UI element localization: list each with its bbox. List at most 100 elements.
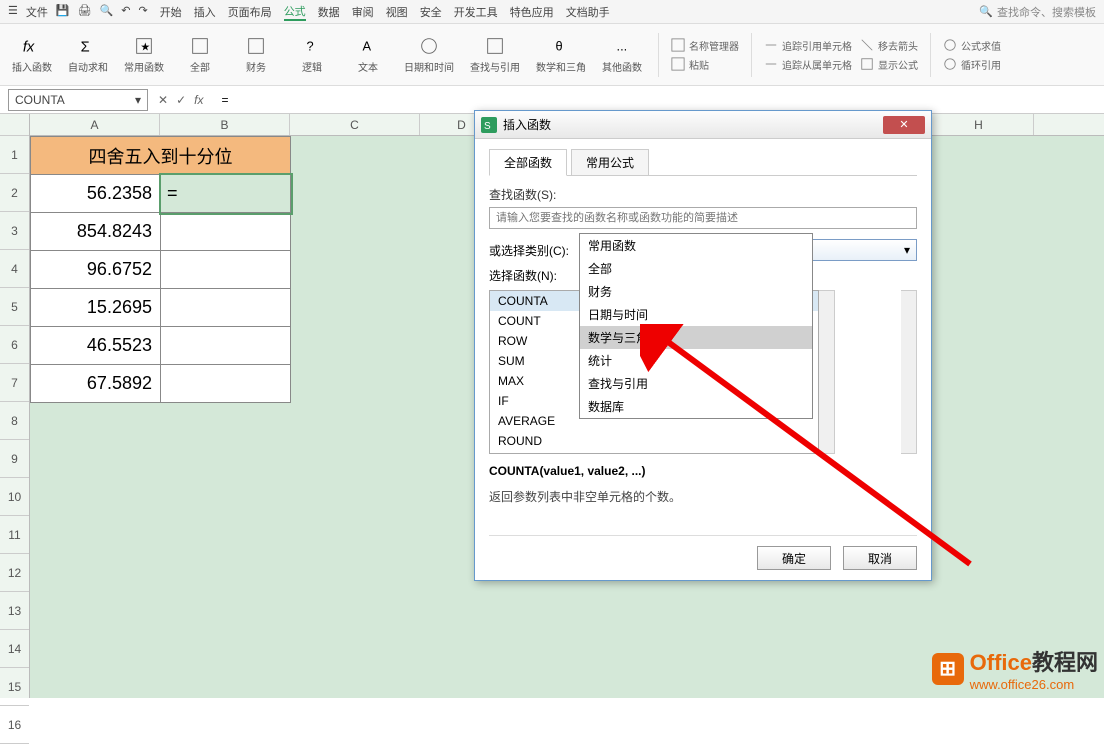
table-header[interactable]: 四舍五入到十分位 xyxy=(31,137,291,175)
cell-a5[interactable]: 15.2695 xyxy=(31,289,161,327)
menu-insert[interactable]: 插入 xyxy=(194,4,216,20)
row-header-11[interactable]: 11 xyxy=(0,516,29,554)
function-list-scrollbar[interactable] xyxy=(819,290,835,454)
home-icon[interactable]: ☰ xyxy=(8,4,18,20)
dialog-titlebar[interactable]: S 插入函数 ✕ xyxy=(475,111,931,139)
menu-view[interactable]: 视图 xyxy=(386,4,408,20)
cell-a4[interactable]: 96.6752 xyxy=(31,251,161,289)
cancel-button[interactable]: 取消 xyxy=(843,546,917,570)
ribbon-lookup[interactable]: 查找与引用 xyxy=(466,35,524,74)
redo-icon[interactable]: ↷ xyxy=(138,4,147,20)
search-function-input[interactable] xyxy=(489,207,917,229)
svg-text:?: ? xyxy=(307,39,314,54)
row-header-2[interactable]: 2 xyxy=(0,174,29,212)
row-header-6[interactable]: 6 xyxy=(0,326,29,364)
chevron-down-icon[interactable]: ▾ xyxy=(904,243,910,257)
ribbon-trace: 追踪引用单元格 追踪从属单元格 xyxy=(764,38,852,72)
dropdown-item[interactable]: 数据库 xyxy=(580,395,812,418)
ribbon-all[interactable]: 全部 xyxy=(176,35,224,74)
row-header-4[interactable]: 4 xyxy=(0,250,29,288)
menu-formula[interactable]: 公式 xyxy=(284,3,306,21)
close-button[interactable]: ✕ xyxy=(883,116,925,134)
dropdown-item[interactable]: 数学与三角函数 xyxy=(580,326,812,349)
cell-a2[interactable]: 56.2358 xyxy=(31,175,161,213)
cell-b2[interactable]: = xyxy=(161,175,291,213)
cell-a6[interactable]: 46.5523 xyxy=(31,327,161,365)
row-header-15[interactable]: 15 xyxy=(0,668,29,706)
ribbon-common[interactable]: ★ 常用函数 xyxy=(120,35,168,74)
ok-button[interactable]: 确定 xyxy=(757,546,831,570)
file-menu[interactable]: 文件 xyxy=(26,4,48,20)
row-header-8[interactable]: 8 xyxy=(0,402,29,440)
row-header-13[interactable]: 13 xyxy=(0,592,29,630)
confirm-icon[interactable]: ✓ xyxy=(176,93,186,107)
row-header-14[interactable]: 14 xyxy=(0,630,29,668)
menu-security[interactable]: 安全 xyxy=(420,4,442,20)
watermark-icon: ⊞ xyxy=(932,653,964,685)
outer-scrollbar[interactable] xyxy=(901,290,917,454)
preview-icon[interactable]: 🔍 xyxy=(100,4,114,20)
search-box[interactable]: 🔍 查找命令、搜索模板 xyxy=(979,4,1096,20)
menu-start[interactable]: 开始 xyxy=(160,4,182,20)
col-header-H[interactable]: H xyxy=(924,114,1034,135)
col-header-A[interactable]: A xyxy=(30,114,160,135)
row-header-1[interactable]: 1 xyxy=(0,136,29,174)
col-header-B[interactable]: B xyxy=(160,114,290,135)
svg-text:fx: fx xyxy=(23,40,35,56)
chevron-down-icon[interactable]: ▾ xyxy=(135,93,141,107)
tab-all-functions[interactable]: 全部函数 xyxy=(489,149,567,176)
ribbon-finance[interactable]: 财务 xyxy=(232,35,280,74)
menu-devtools[interactable]: 开发工具 xyxy=(454,4,498,20)
function-item[interactable]: ROUND xyxy=(490,431,818,451)
insert-function-dialog: S 插入函数 ✕ 全部函数 常用公式 查找函数(S): 或选择类别(C): 常用… xyxy=(474,110,932,581)
formula-input[interactable]: = xyxy=(213,93,1104,107)
category-dropdown[interactable]: 常用函数全部财务日期与时间数学与三角函数统计查找与引用数据库 xyxy=(579,233,813,419)
svg-text:S: S xyxy=(484,121,491,132)
save-icon[interactable]: 💾 xyxy=(56,4,70,20)
row-header-12[interactable]: 12 xyxy=(0,554,29,592)
cell-b6[interactable] xyxy=(161,327,291,365)
cell-b3[interactable] xyxy=(161,213,291,251)
cell-a7[interactable]: 67.5892 xyxy=(31,365,161,403)
cell-b7[interactable] xyxy=(161,365,291,403)
dropdown-item[interactable]: 财务 xyxy=(580,280,812,303)
row-header-3[interactable]: 3 xyxy=(0,212,29,250)
ribbon-math[interactable]: θ 数学和三角 xyxy=(532,35,590,74)
row-header-10[interactable]: 10 xyxy=(0,478,29,516)
row-header-16[interactable]: 16 xyxy=(0,706,29,744)
ribbon-text[interactable]: A 文本 xyxy=(344,35,392,74)
row-header-5[interactable]: 5 xyxy=(0,288,29,326)
dropdown-item[interactable]: 日期与时间 xyxy=(580,303,812,326)
ribbon-datetime[interactable]: 日期和时间 xyxy=(400,35,458,74)
cancel-icon[interactable]: ✕ xyxy=(158,93,168,107)
select-function-label: 选择函数(N): xyxy=(489,267,557,284)
ribbon-other[interactable]: ... 其他函数 xyxy=(598,35,646,74)
dropdown-item[interactable]: 统计 xyxy=(580,349,812,372)
ribbon-insert-function[interactable]: fx 插入函数 xyxy=(8,35,56,74)
row-header-7[interactable]: 7 xyxy=(0,364,29,402)
print-icon[interactable]: 🖨 xyxy=(78,4,92,20)
col-header-C[interactable]: C xyxy=(290,114,420,135)
menu-layout[interactable]: 页面布局 xyxy=(228,4,272,20)
ribbon-autosum[interactable]: Σ 自动求和 xyxy=(64,35,112,74)
cell-b4[interactable] xyxy=(161,251,291,289)
menu-review[interactable]: 审阅 xyxy=(352,4,374,20)
dropdown-item[interactable]: 常用函数 xyxy=(580,234,812,257)
menu-data[interactable]: 数据 xyxy=(318,4,340,20)
dropdown-item[interactable]: 查找与引用 xyxy=(580,372,812,395)
cell-b5[interactable] xyxy=(161,289,291,327)
cell-a3[interactable]: 854.8243 xyxy=(31,213,161,251)
tab-common-formulas[interactable]: 常用公式 xyxy=(571,149,649,175)
menu-special[interactable]: 特色应用 xyxy=(510,4,554,20)
menu-bar: ☰ 文件 💾 🖨 🔍 ↶ ↷ 开始 插入 页面布局 公式 数据 审阅 视图 安全… xyxy=(0,0,1104,24)
function-description: 返回参数列表中非空单元格的个数。 xyxy=(489,488,917,505)
fx-icon[interactable]: fx xyxy=(194,93,203,107)
menu-dochelper[interactable]: 文档助手 xyxy=(566,4,610,20)
select-all[interactable] xyxy=(0,114,29,136)
row-headers: 12345678910111213141516 xyxy=(0,114,30,698)
ribbon-logic[interactable]: ? 逻辑 xyxy=(288,35,336,74)
name-box[interactable]: COUNTA▾ xyxy=(8,89,148,111)
undo-icon[interactable]: ↶ xyxy=(121,4,130,20)
dropdown-item[interactable]: 全部 xyxy=(580,257,812,280)
row-header-9[interactable]: 9 xyxy=(0,440,29,478)
